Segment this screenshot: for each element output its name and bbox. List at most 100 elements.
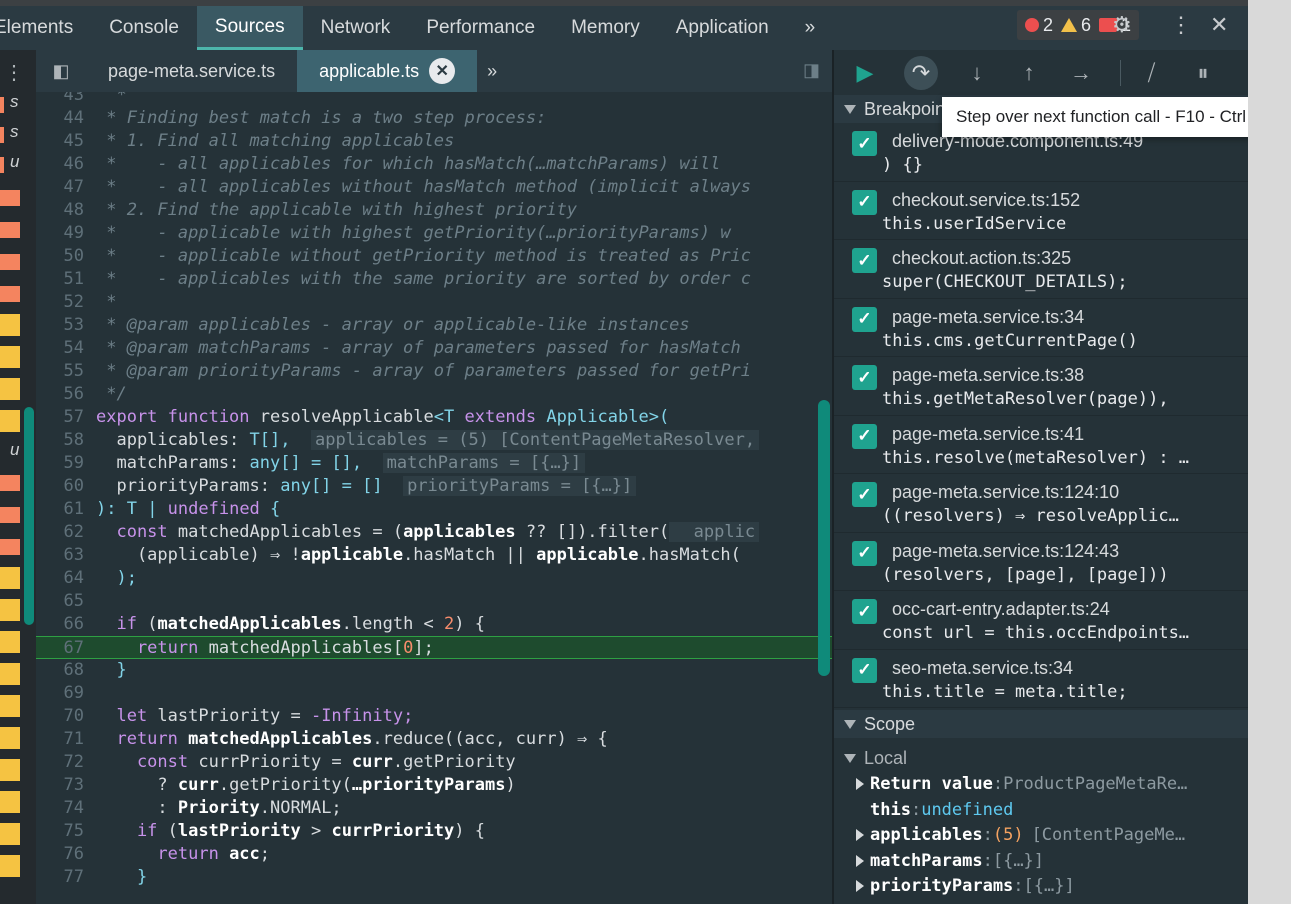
file-icon[interactable] [0,567,20,589]
line-number[interactable]: 58 [36,429,96,452]
folder-icon[interactable] [0,286,20,302]
line-number[interactable]: 71 [36,728,96,751]
breakpoint-checkbox[interactable]: ✓ [852,306,877,332]
line-number[interactable]: 50 [36,245,96,268]
breakpoint-checkbox[interactable]: ✓ [852,423,877,449]
editor-more-tabs-button[interactable]: » [477,50,507,92]
code-line[interactable]: 69 [36,682,832,705]
breakpoint-item[interactable]: ✓ page-meta.service.ts:124:10 ((resolvers)… [834,474,1248,533]
line-number[interactable]: 64 [36,567,96,590]
navigator-scrollbar[interactable] [24,407,34,625]
line-number[interactable]: 49 [36,222,96,245]
expand-triangle-icon[interactable] [856,778,864,791]
scope-header[interactable]: Scope [834,710,1248,738]
breakpoint-checkbox[interactable]: ✓ [852,657,877,683]
code-line[interactable]: 63 (applicable) ⇒ !applicable.hasMatch |… [36,544,832,567]
line-number[interactable]: 69 [36,682,96,705]
code-line[interactable]: 54 * @param matchParams - array of param… [36,337,832,360]
file-icon[interactable] [0,378,20,400]
code-line[interactable]: 76 return acc; [36,843,832,866]
expand-triangle-icon[interactable] [856,854,864,867]
code-line[interactable]: 57 export function resolveApplicable<T ex… [36,406,832,429]
pause-on-exceptions-icon[interactable]: ⏸ [1190,60,1216,86]
tab-sources[interactable]: Sources [196,6,303,50]
editor-tab-page-meta[interactable]: page-meta.service.ts [86,50,297,92]
line-number[interactable]: 67 [36,637,96,660]
code-line[interactable]: 77 } [36,866,832,889]
code-line[interactable]: 74 : Priority.NORMAL; [36,797,832,820]
code-line[interactable]: 65 [36,590,832,613]
line-number[interactable]: 56 [36,383,96,406]
line-number[interactable]: 52 [36,291,96,314]
line-number[interactable]: 68 [36,659,96,682]
breakpoint-item[interactable]: ✓ page-meta.service.ts:124:43 (resolvers, … [834,533,1248,591]
folder-icon[interactable] [0,507,20,523]
file-icon[interactable] [0,727,20,749]
line-number[interactable]: 59 [36,452,96,475]
line-number[interactable]: 60 [36,475,96,498]
breakpoint-item[interactable]: ✓ page-meta.service.ts:41 this.resolve(met… [834,416,1248,474]
tab-network[interactable]: Network [303,6,409,50]
close-icon[interactable]: ✕ [1210,12,1228,38]
scope-variable[interactable]: matchParams: [{…}] [834,848,1248,874]
folder-icon[interactable] [0,127,4,143]
scope-variable[interactable]: applicables: (5) [ContentPageMe… [834,823,1248,849]
file-icon[interactable] [0,759,20,781]
line-number[interactable]: 66 [36,613,96,636]
folder-icon[interactable] [0,475,20,491]
folder-icon[interactable] [0,539,20,555]
file-icon[interactable] [0,346,20,368]
deactivate-breakpoints-icon[interactable]: ⧸ [1120,59,1164,86]
expand-triangle-icon[interactable] [856,829,864,842]
editor-scrollbar[interactable] [818,400,830,676]
code-line[interactable]: 67 return matchedApplicables[0]; [36,636,832,659]
breakpoint-checkbox[interactable]: ✓ [852,131,877,156]
toggle-navigator-icon[interactable]: ◧ [36,50,86,92]
line-number[interactable]: 54 [36,337,96,360]
line-number[interactable]: 73 [36,774,96,797]
file-icon[interactable] [0,631,20,653]
code-line[interactable]: 68 } [36,659,832,682]
code-line[interactable]: 70 let lastPriority = -Infinity; [36,705,832,728]
line-number[interactable]: 75 [36,820,96,843]
tab-console[interactable]: Console [91,6,197,50]
line-number[interactable]: 65 [36,590,96,613]
scope-local-header[interactable]: Local [834,746,1248,772]
scope-variable[interactable]: Return value: ProductPageMetaRe… [834,772,1248,798]
line-number[interactable]: 57 [36,406,96,429]
code-line[interactable]: 51 * - applicables with the same priorit… [36,268,832,291]
step-into-icon[interactable]: ↓ [964,60,990,86]
line-number[interactable]: 44 [36,107,96,130]
step-over-icon[interactable]: ↷ [904,55,938,90]
breakpoint-item[interactable]: ✓ page-meta.service.ts:38 this.getMetaReso… [834,357,1248,416]
file-icon[interactable] [0,791,20,813]
line-number[interactable]: 61 [36,498,96,521]
tab-performance[interactable]: Performance [408,6,553,50]
code-line[interactable]: 49 * - applicable with highest getPriori… [36,222,832,245]
code-line[interactable]: 52 * [36,291,832,314]
code-line[interactable]: 46 * - all applicables for which hasMatc… [36,153,832,176]
line-number[interactable]: 51 [36,268,96,291]
code-line[interactable]: 55 * @param priorityParams - array of pa… [36,360,832,383]
line-number[interactable]: 47 [36,176,96,199]
code-line[interactable]: 58 applicables: T[], applicables = (5) [… [36,429,832,452]
code-line[interactable]: 43 * [36,92,832,107]
folder-icon[interactable] [0,157,4,173]
more-vertical-icon[interactable]: ⋮ [4,60,24,85]
file-icon[interactable] [0,410,20,432]
code-line[interactable]: 47 * - all applicables without hasMatch … [36,176,832,199]
code-line[interactable]: 53 * @param applicables - array or appli… [36,314,832,337]
line-number[interactable]: 53 [36,314,96,337]
tab-application[interactable]: Application [658,6,787,50]
code-line[interactable]: 71 return matchedApplicables.reduce((acc… [36,728,832,751]
code-line[interactable]: 60 priorityParams: any[] = [] priorityPa… [36,475,832,498]
close-tab-icon[interactable]: ✕ [429,58,456,84]
code-line[interactable]: 56 */ [36,383,832,406]
file-icon[interactable] [0,314,20,336]
code-line[interactable]: 59 matchParams: any[] = [], matchParams … [36,452,832,475]
line-number[interactable]: 48 [36,199,96,222]
file-icon[interactable] [0,695,20,717]
folder-icon[interactable] [0,97,4,113]
code-line[interactable]: 66 if (matchedApplicables.length < 2) { [36,613,832,636]
tab-elements[interactable]: Elements [0,6,91,50]
